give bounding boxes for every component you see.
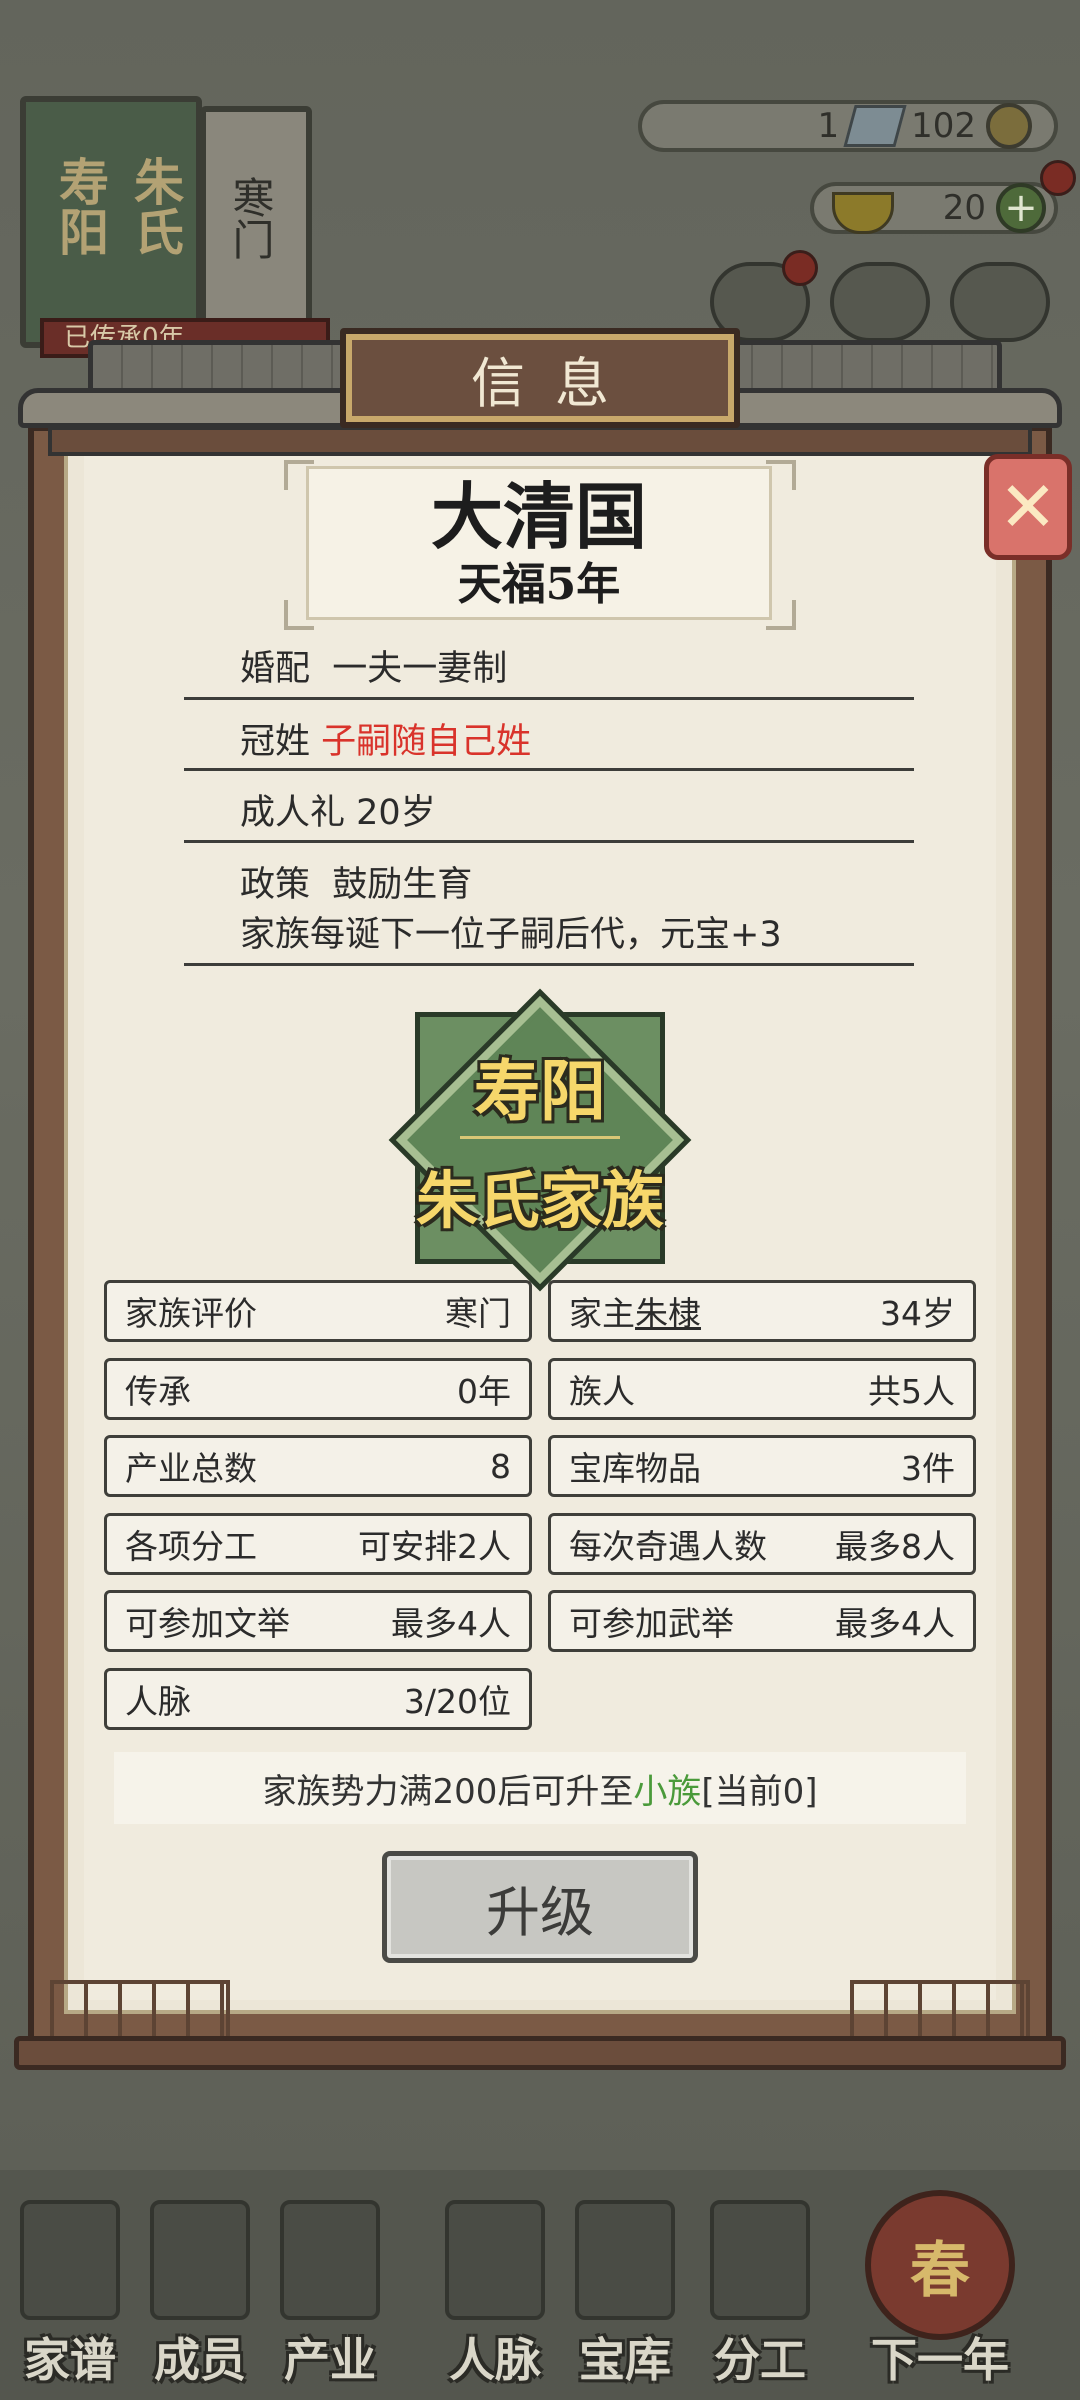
nav-division[interactable]: 分工 [695,2190,825,2390]
stat-civil-exam: 可参加文举 最多4人 [104,1590,532,1652]
stat-family-rating: 家族评价 寒门 [104,1280,532,1342]
stat-military-exam: 可参加武举 最多4人 [548,1590,976,1652]
close-button[interactable]: ✕ [984,454,1072,560]
family-book-title-2: 朱氏 [126,156,185,256]
stat-treasury-items: 宝库物品 3件 [548,1435,976,1497]
surname-row: 冠姓 子嗣随自己姓 [240,722,532,762]
genealogy-book-icon [20,2200,120,2320]
nav-industry[interactable]: 产业 [265,2190,395,2390]
stat-encounter: 每次奇遇人数 最多8人 [548,1513,976,1575]
divider [184,840,914,843]
silver-ingot-icon [843,105,907,147]
bottom-navigation: 家谱 成员 产业 人脉 宝库 分工 春 下一年 [0,2170,1080,2400]
corner-ornament [284,600,314,630]
dialog-bottom-rail [14,2036,1066,2070]
corner-ornament [284,460,314,490]
dialog-title-plaque: 信息 [340,328,740,428]
nav-treasury[interactable]: 宝库 [560,2190,690,2390]
scroll-icon [710,2200,810,2320]
lantern-icon: 春 [865,2190,1015,2340]
stat-inheritance: 传承 0年 [104,1358,532,1420]
state-header: 大清国 天福5年 [306,466,772,620]
stat-network: 人脉 3/20位 [104,1668,532,1730]
treasure-chest-icon [575,2200,675,2320]
notification-dot [1040,160,1076,196]
member-portrait-icon [150,2200,250,2320]
next-rank: 小族 [633,1771,702,1812]
gold-ingot-icon [832,192,894,234]
silver-count: 1 [817,106,840,146]
marriage-row: 婚配 一夫一妻制 [240,649,508,689]
stat-members: 族人 共5人 [548,1358,976,1420]
copper-coin-icon [986,103,1032,149]
add-gold-button[interactable]: + [996,183,1046,233]
upgrade-requirement-notice: 家族势力满200后可升至 小族 [当前0] [114,1752,966,1824]
fence-right [850,1980,1030,2040]
copper-coin-counter: 1 102 [638,100,1058,152]
dialog-title: 信息 [471,351,639,415]
family-class-label: 寒门 [226,176,275,260]
divider [184,768,914,771]
policy-row: 政策 鼓励生育 [240,865,473,905]
coming-of-age-row: 成人礼 20岁 [240,793,436,833]
family-emblem: 寿阳 朱氏家族 [360,960,720,1320]
emblem-place: 寿阳 [474,1052,606,1130]
notification-dot-2 [782,250,818,286]
stat-division: 各项分工 可安排2人 [104,1513,532,1575]
stat-family-head[interactable]: 家主朱棣 34岁 [548,1280,976,1342]
upgrade-button[interactable]: 升级 [382,1851,698,1963]
policy-description: 家族每诞下一位子嗣后代，元宝+3 [240,915,782,955]
state-name: 大清国 [430,474,647,559]
nav-next-year[interactable]: 春 下一年 [850,2190,1030,2390]
gold-count: 20 [942,188,986,228]
nav-genealogy[interactable]: 家谱 [5,2190,135,2390]
stat-industry-total: 产业总数 8 [104,1435,532,1497]
gold-ingot-counter: 20 + [810,182,1058,234]
copper-count: 102 [911,106,976,146]
network-icon [445,2200,545,2320]
family-book-title-1: 寿阳 [51,156,110,256]
fence-left [50,1980,230,2040]
corner-ornament [766,460,796,490]
divider [184,697,914,700]
corner-ornament [766,600,796,630]
family-head-name-link[interactable]: 朱棣 [635,1294,701,1333]
era-year: 天福5年 [457,559,621,610]
nav-network[interactable]: 人脉 [430,2190,560,2390]
building-icon [280,2200,380,2320]
family-book[interactable]: 寿阳 朱氏 寒门 [14,96,314,348]
nav-members[interactable]: 成员 [135,2190,265,2390]
close-icon: ✕ [998,466,1058,548]
emblem-family: 朱氏家族 [415,1164,664,1237]
